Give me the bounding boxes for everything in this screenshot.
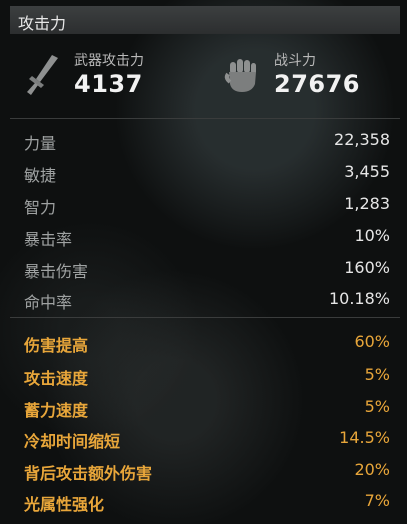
stat-value: 10.18% bbox=[328, 289, 390, 308]
summary-section: 武器攻击力 4137 战斗力 27676 bbox=[10, 44, 400, 116]
stat-label: 暴击伤害 bbox=[24, 262, 89, 281]
combat-power-label: 战斗力 bbox=[274, 53, 316, 69]
bonus-stat-value: 5% bbox=[364, 365, 390, 384]
stat-label: 暴击率 bbox=[24, 230, 73, 249]
stat-row: 力量 22,358 bbox=[10, 126, 400, 154]
stat-value: 1,283 bbox=[344, 194, 390, 213]
bonus-stat-label: 攻击速度 bbox=[24, 369, 89, 388]
stat-row: 暴击伤害 160% bbox=[10, 254, 400, 282]
divider bbox=[10, 317, 400, 318]
fist-icon bbox=[224, 59, 256, 92]
stat-label: 智力 bbox=[24, 198, 57, 217]
divider bbox=[10, 118, 400, 119]
bonus-stat-label: 背后攻击额外伤害 bbox=[24, 464, 153, 483]
stat-label: 命中率 bbox=[24, 293, 73, 312]
attack-stats-panel: 攻击力 武器攻击力 4137 战斗力 27676 力量 22,358 敏捷 3,… bbox=[10, 0, 400, 524]
bonus-stat-row: 光属性强化 7% bbox=[10, 487, 400, 515]
bonus-stat-value: 20% bbox=[354, 460, 390, 479]
bonus-stat-label: 冷却时间缩短 bbox=[24, 432, 121, 451]
stat-value: 22,358 bbox=[334, 130, 390, 149]
stat-label: 力量 bbox=[24, 134, 57, 153]
bonus-stat-row: 背后攻击额外伤害 20% bbox=[10, 456, 400, 484]
bonus-stat-row: 攻击速度 5% bbox=[10, 361, 400, 389]
bonus-stat-value: 60% bbox=[354, 332, 390, 351]
bonus-stat-value: 7% bbox=[364, 491, 390, 510]
bonus-stat-label: 蓄力速度 bbox=[24, 401, 89, 420]
stat-label: 敏捷 bbox=[24, 166, 57, 185]
bonus-stat-value: 5% bbox=[364, 397, 390, 416]
stat-row: 暴击率 10% bbox=[10, 222, 400, 250]
stat-value: 10% bbox=[354, 226, 390, 245]
stat-row: 敏捷 3,455 bbox=[10, 158, 400, 186]
bonus-stat-label: 伤害提高 bbox=[24, 336, 89, 355]
stat-value: 160% bbox=[344, 258, 390, 277]
bonus-stat-label: 光属性强化 bbox=[24, 495, 105, 514]
panel-title: 攻击力 bbox=[18, 14, 67, 33]
weapon-attack-label: 武器攻击力 bbox=[74, 53, 144, 69]
combat-power-value: 27676 bbox=[274, 70, 360, 98]
stat-row: 命中率 10.18% bbox=[10, 285, 400, 313]
bonus-stat-row: 冷却时间缩短 14.5% bbox=[10, 424, 400, 452]
sword-icon bbox=[27, 55, 58, 95]
stat-row: 智力 1,283 bbox=[10, 190, 400, 218]
bonus-stat-row: 蓄力速度 5% bbox=[10, 393, 400, 421]
weapon-attack-value: 4137 bbox=[74, 70, 143, 98]
bonus-stat-row: 伤害提高 60% bbox=[10, 328, 400, 356]
stat-value: 3,455 bbox=[344, 162, 390, 181]
panel-title-bar: 攻击力 bbox=[10, 6, 400, 34]
bonus-stat-value: 14.5% bbox=[339, 428, 390, 447]
